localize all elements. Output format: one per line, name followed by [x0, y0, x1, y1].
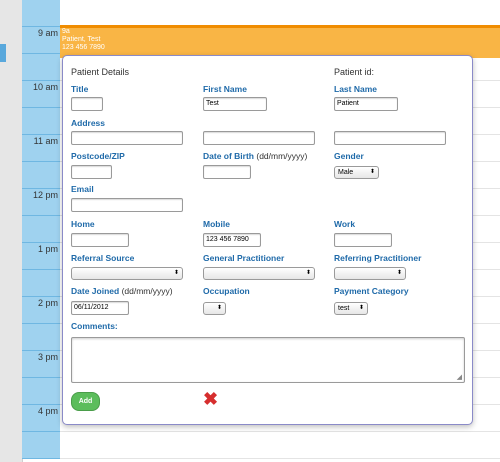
- occupation-label: Occupation: [203, 286, 250, 296]
- close-icon[interactable]: ✖: [203, 390, 218, 408]
- time-slot[interactable]: [22, 270, 60, 297]
- hour-label: 1 pm: [37, 244, 58, 254]
- email-label: Email: [71, 184, 94, 194]
- hour-label: 10 am: [32, 82, 58, 92]
- general-practitioner-select[interactable]: ⬍: [203, 267, 315, 280]
- address-line3-field[interactable]: [334, 131, 446, 145]
- hour-label: 11 am: [33, 136, 58, 146]
- work-phone-field[interactable]: [334, 233, 392, 247]
- date-joined-label: Date Joined (dd/mm/yyyy): [71, 286, 173, 296]
- home-phone-field[interactable]: [71, 233, 129, 247]
- comments-textarea[interactable]: ◢: [71, 337, 465, 383]
- date-joined-field[interactable]: 06/11/2012: [71, 301, 129, 315]
- postcode-field[interactable]: [71, 165, 112, 179]
- time-slot[interactable]: [22, 0, 60, 27]
- last-name-field[interactable]: Patient: [334, 97, 398, 111]
- appointment-phone: 123 456 7890: [62, 44, 105, 51]
- hour-label: 12 pm: [32, 190, 58, 200]
- hour-label: 4 pm: [37, 406, 58, 416]
- referral-source-select[interactable]: ⬍: [71, 267, 183, 280]
- select-arrows-icon: ⬍: [173, 270, 179, 276]
- appointment-block[interactable]: 9a Patient, Test 123 456 7890: [60, 25, 500, 58]
- dob-label: Date of Birth (dd/mm/yyyy): [203, 151, 307, 161]
- address-line1-field[interactable]: [71, 131, 183, 145]
- time-slot[interactable]: [22, 108, 60, 135]
- mobile-label: Mobile: [203, 219, 230, 229]
- payment-category-select[interactable]: test ⬍: [334, 302, 368, 315]
- hour-label: 2 pm: [37, 298, 58, 308]
- general-practitioner-label: General Practitioner: [203, 253, 285, 263]
- date-joined-format-hint: (dd/mm/yyyy): [121, 286, 173, 296]
- title-field[interactable]: [71, 97, 103, 111]
- time-slot[interactable]: [22, 378, 60, 405]
- time-slot[interactable]: [22, 324, 60, 351]
- select-arrows-icon: ⬍: [216, 305, 222, 311]
- postcode-label: Postcode/ZIP: [71, 151, 125, 161]
- dob-field[interactable]: [203, 165, 251, 179]
- patient-id-label: Patient id:: [334, 67, 375, 77]
- address-label: Address: [71, 118, 106, 128]
- dob-format-hint: (dd/mm/yyyy): [256, 151, 308, 161]
- referring-practitioner-select[interactable]: ⬍: [334, 267, 406, 280]
- occupation-select[interactable]: ⬍: [203, 302, 226, 315]
- add-button[interactable]: Add: [71, 392, 100, 411]
- mobile-field[interactable]: 123 456 7890: [203, 233, 261, 247]
- dob-label-text: Date of Birth: [203, 151, 254, 161]
- appointment-time: 9a: [62, 28, 70, 35]
- time-slot[interactable]: [22, 432, 60, 459]
- select-arrows-icon: ⬍: [305, 270, 311, 276]
- home-phone-label: Home: [71, 219, 95, 229]
- appointment-patient-name: Patient, Test: [62, 36, 101, 43]
- title-label: Title: [71, 84, 89, 94]
- select-arrows-icon: ⬍: [369, 169, 375, 175]
- email-field[interactable]: [71, 198, 183, 212]
- hour-label: 3 pm: [37, 352, 58, 362]
- left-panel-strip: [0, 0, 23, 462]
- work-phone-label: Work: [334, 219, 356, 229]
- dialog-title: Patient Details: [71, 67, 130, 77]
- referring-practitioner-label: Referring Practitioner: [334, 253, 422, 263]
- time-slot[interactable]: [22, 162, 60, 189]
- address-line2-field[interactable]: [203, 131, 315, 145]
- referral-source-label: Referral Source: [71, 253, 135, 263]
- payment-category-label: Payment Category: [334, 286, 409, 296]
- time-slot[interactable]: [22, 54, 60, 81]
- date-joined-label-text: Date Joined: [71, 286, 120, 296]
- grid-line: [60, 431, 500, 432]
- gender-select-value: Male: [338, 169, 354, 176]
- last-name-label: Last Name: [334, 84, 377, 94]
- payment-category-value: test: [338, 305, 350, 312]
- gender-label: Gender: [334, 151, 364, 161]
- resize-grip-icon[interactable]: ◢: [457, 373, 462, 381]
- first-name-field[interactable]: Test: [203, 97, 267, 111]
- select-arrows-icon: ⬍: [358, 305, 364, 311]
- first-name-label: First Name: [203, 84, 247, 94]
- hour-label: 9 am: [37, 28, 58, 38]
- gender-select[interactable]: Male ⬍: [334, 166, 379, 179]
- grid-line: [60, 458, 500, 459]
- comments-label: Comments:: [71, 321, 118, 331]
- select-arrows-icon: ⬍: [396, 270, 402, 276]
- time-slot[interactable]: [22, 216, 60, 243]
- patient-details-dialog: Patient Details Patient id: Title First …: [62, 55, 473, 425]
- time-column: 9 am 10 am 11 am 12 pm 1 pm 2 pm 3 pm 4 …: [22, 0, 60, 462]
- panel-marker: [0, 44, 6, 62]
